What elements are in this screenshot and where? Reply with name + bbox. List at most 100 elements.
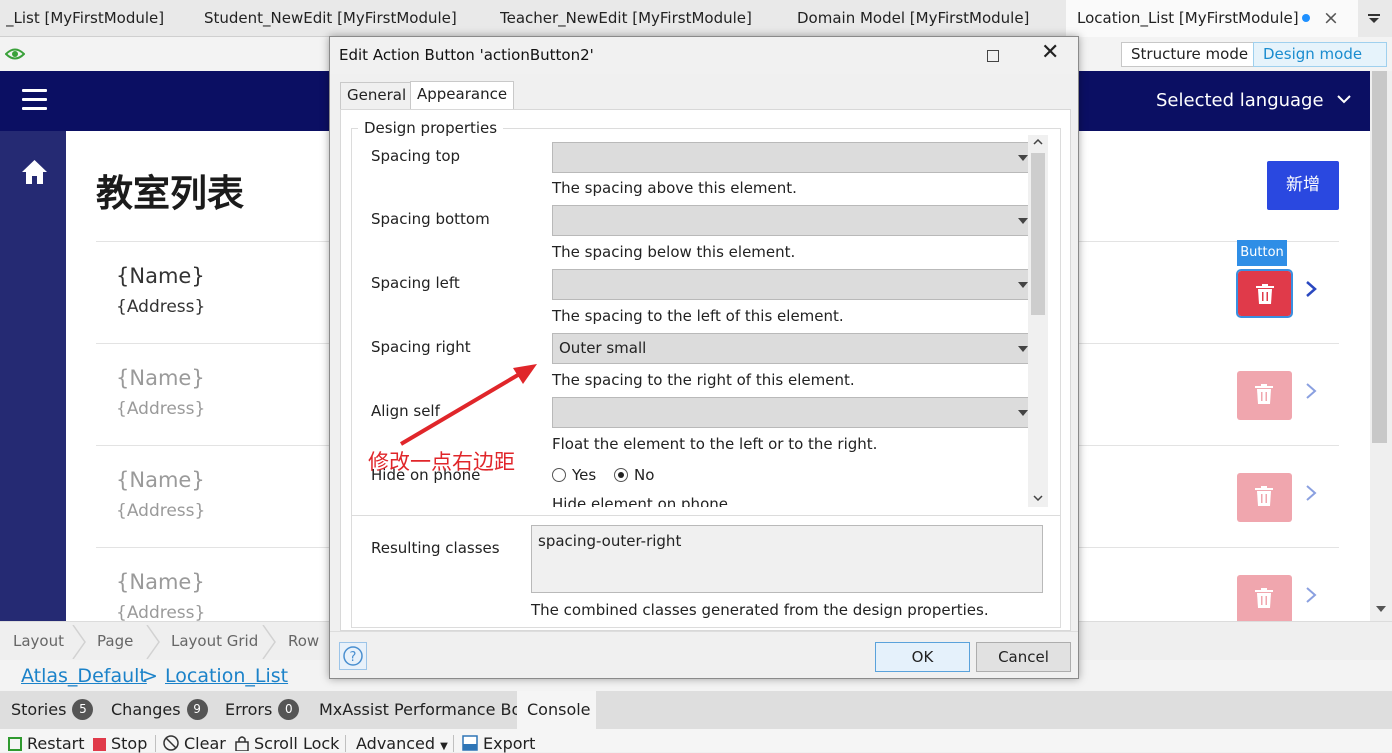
restart-label: Restart	[27, 734, 85, 753]
dropdown-caret-icon	[1018, 346, 1028, 352]
scroll-down-icon[interactable]	[1376, 606, 1386, 612]
delete-button[interactable]	[1237, 575, 1292, 621]
chevron-down-icon	[1368, 14, 1380, 23]
tab-console[interactable]: Console	[517, 691, 596, 729]
doc-tab-location-list[interactable]: Location_List [MyFirstModule]	[1066, 0, 1358, 37]
item-name: {Name}	[116, 570, 205, 594]
scroll-lock-button[interactable]: Scroll Lock	[235, 734, 339, 753]
scroll-lock-label: Scroll Lock	[254, 734, 340, 753]
tab-mxassist[interactable]: MxAssist Performance Bot	[319, 691, 528, 729]
new-button[interactable]: 新增	[1267, 161, 1339, 210]
close-icon[interactable]: ✕	[1041, 40, 1059, 65]
chevron-right-icon[interactable]	[1305, 280, 1317, 298]
toolbar-divider	[155, 735, 156, 752]
group-title: Design properties	[358, 119, 504, 137]
structure-mode-button[interactable]: Structure mode	[1121, 42, 1259, 67]
breadcrumb-row[interactable]: Row	[288, 632, 319, 650]
spacing-top-select[interactable]	[552, 142, 1042, 173]
hide-on-phone-yes-radio[interactable]: Yes	[552, 466, 596, 484]
align-self-hint: Float the element to the left or to the …	[552, 435, 878, 453]
breadcrumb-page[interactable]: Page	[97, 632, 133, 650]
align-self-select[interactable]	[552, 397, 1042, 428]
home-icon[interactable]	[21, 159, 48, 185]
spacing-bottom-label: Spacing bottom	[371, 210, 490, 228]
breadcrumb-layout[interactable]: Layout	[13, 632, 64, 650]
tab-stories[interactable]: Stories 5	[11, 691, 94, 729]
hamburger-menu-icon[interactable]	[22, 89, 47, 111]
count-badge: 9	[186, 699, 208, 720]
doc-tab-label: Teacher_NewEdit [MyFirstModule]	[500, 9, 752, 27]
item-name: {Name}	[116, 264, 205, 288]
dropdown-caret-icon	[1018, 155, 1028, 161]
dialog-titlebar[interactable]: Edit Action Button 'actionButton2' ✕	[330, 37, 1078, 74]
close-tab-icon[interactable]: ×	[1323, 0, 1339, 37]
cancel-button[interactable]: Cancel	[976, 642, 1071, 672]
restart-icon	[8, 737, 22, 751]
spacing-left-select[interactable]	[552, 269, 1042, 300]
breadcrumb-separator-icon	[146, 625, 160, 659]
export-button[interactable]: Export	[462, 734, 535, 753]
trash-icon	[1255, 486, 1273, 506]
delete-button[interactable]	[1237, 473, 1292, 522]
scroll-down-icon[interactable]	[1033, 495, 1043, 501]
item-address: {Address}	[116, 603, 206, 621]
doc-tab-teacher-newedit[interactable]: Teacher_NewEdit [MyFirstModule]	[500, 0, 760, 37]
spacing-right-select[interactable]: Outer small	[552, 333, 1042, 364]
delete-button[interactable]	[1236, 269, 1293, 318]
dropdown-caret-icon	[1018, 218, 1028, 224]
tab-appearance[interactable]: Appearance	[410, 81, 515, 110]
annotation-text: 修改一点右边距	[368, 450, 515, 474]
restart-button[interactable]: Restart	[8, 734, 85, 753]
select-value: Outer small	[559, 339, 647, 357]
page-link[interactable]: Location_List	[165, 665, 288, 687]
hide-on-phone-radio-group: Yes No	[552, 466, 752, 486]
chevron-right-icon[interactable]	[1305, 484, 1317, 502]
layout-link[interactable]: Atlas_Default	[21, 665, 147, 687]
toolbar-divider	[345, 735, 346, 752]
doc-tab-student-newedit[interactable]: Student_NewEdit [MyFirstModule]	[204, 0, 464, 37]
edit-action-button-dialog: Edit Action Button 'actionButton2' ✕ Gen…	[329, 36, 1079, 679]
hide-on-phone-hint: Hide element on phone.	[552, 495, 733, 507]
item-address: {Address}	[116, 501, 206, 521]
breadcrumb-layout-grid[interactable]: Layout Grid	[171, 632, 258, 650]
clear-button[interactable]: Clear	[163, 734, 226, 753]
resulting-classes-field[interactable]: spacing-outer-right	[531, 525, 1043, 593]
dropdown-caret-icon	[1018, 282, 1028, 288]
stop-icon	[93, 738, 106, 751]
export-label: Export	[483, 734, 536, 753]
doc-tab-list[interactable]: _List [MyFirstModule]	[6, 0, 166, 37]
dialog-title: Edit Action Button 'actionButton2'	[339, 46, 594, 64]
item-address: {Address}	[116, 399, 206, 419]
tab-changes[interactable]: Changes 9	[111, 691, 208, 729]
canvas-scrollbar[interactable]	[1370, 71, 1392, 621]
language-selector[interactable]: Selected language	[1156, 90, 1352, 111]
design-mode-button[interactable]: Design mode	[1253, 42, 1387, 67]
delete-button[interactable]	[1237, 371, 1292, 420]
tab-overflow-button[interactable]	[1358, 0, 1392, 37]
spacing-right-label: Spacing right	[371, 338, 471, 356]
tab-general[interactable]: General	[340, 82, 414, 109]
spacing-top-label: Spacing top	[371, 147, 461, 165]
eye-icon[interactable]	[5, 47, 25, 61]
chevron-right-icon[interactable]	[1305, 586, 1317, 604]
console-toolbar: Restart Stop Clear Scroll Lock Advanced …	[0, 729, 1392, 753]
stop-button[interactable]: Stop	[93, 734, 147, 753]
chevron-right-icon[interactable]	[1305, 382, 1317, 400]
scroll-up-icon[interactable]	[1033, 139, 1043, 145]
tab-label: Errors	[225, 700, 273, 719]
help-button[interactable]: ?	[339, 642, 367, 670]
stop-label: Stop	[111, 734, 148, 753]
tab-errors[interactable]: Errors 0	[225, 691, 300, 729]
scrollbar-thumb[interactable]	[1031, 153, 1045, 315]
scrollbar-thumb[interactable]	[1372, 71, 1387, 443]
doc-tab-domain-model[interactable]: Domain Model [MyFirstModule]	[797, 0, 1047, 37]
hide-on-phone-no-radio[interactable]: No	[614, 466, 654, 484]
spacing-left-label: Spacing left	[371, 274, 460, 292]
ok-button[interactable]: OK	[875, 642, 970, 672]
help-icon: ?	[343, 646, 363, 666]
clear-icon	[163, 735, 179, 751]
properties-scrollbar[interactable]	[1028, 135, 1048, 507]
spacing-bottom-select[interactable]	[552, 205, 1042, 236]
maximize-icon[interactable]	[987, 50, 999, 62]
advanced-dropdown[interactable]: Advanced ▼	[356, 734, 448, 753]
